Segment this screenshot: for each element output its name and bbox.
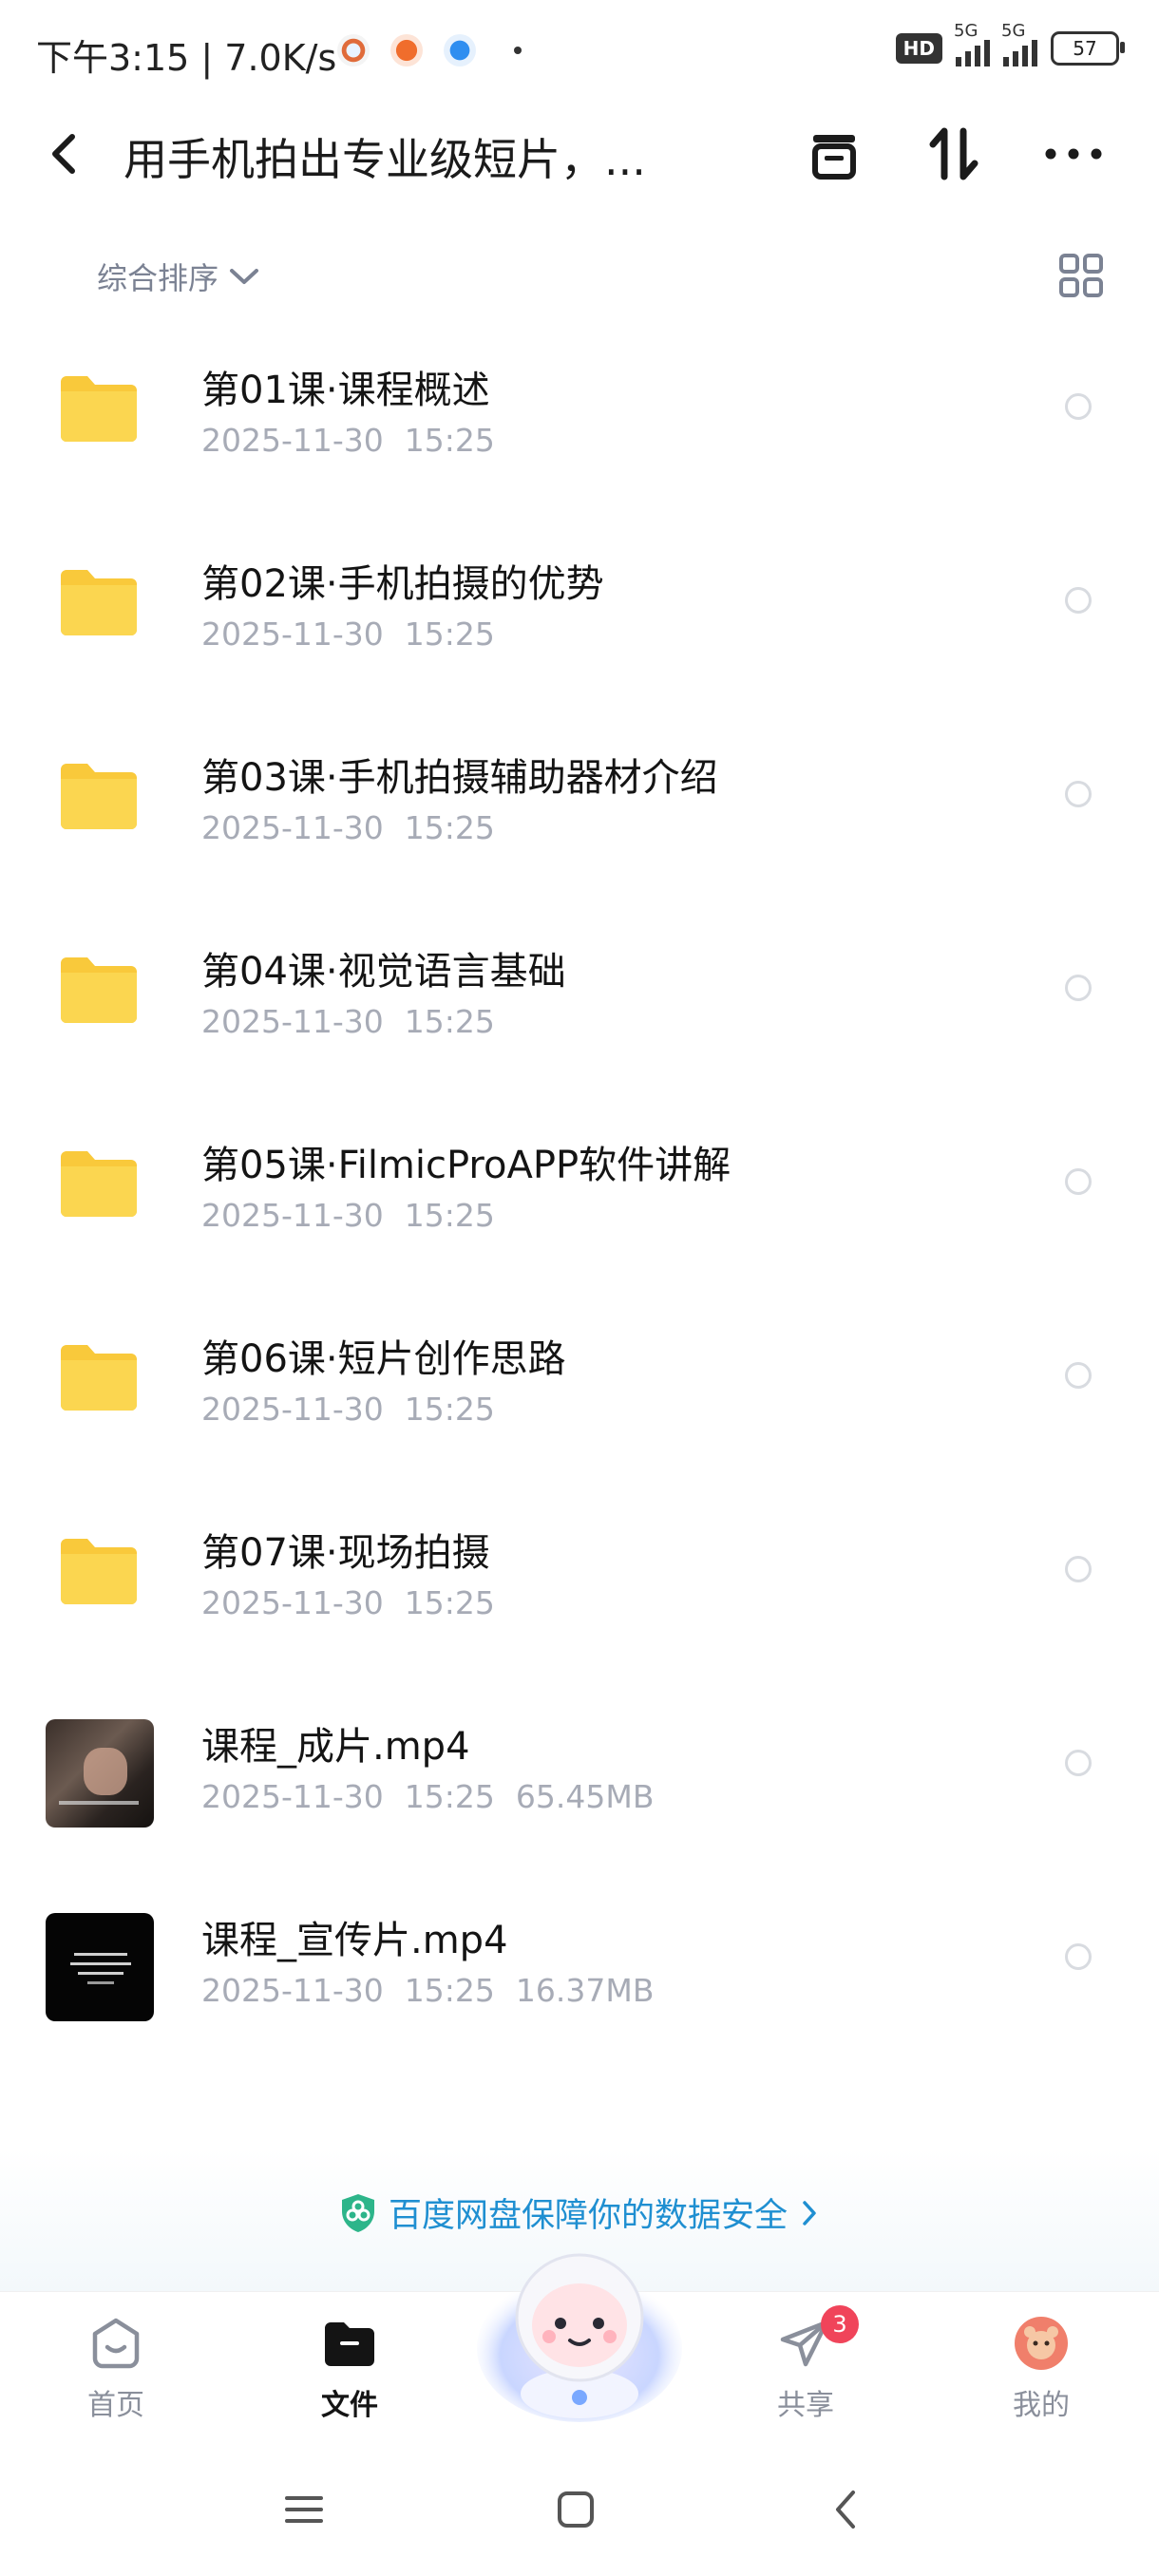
signal-icon: 5G [954,21,990,66]
status-time: 下午3:15 | 7.0K/s [36,37,337,79]
file-meta: 2025-11-30 15:25 65.45MB [201,1778,655,1815]
home-icon [92,2318,140,2369]
more-button[interactable] [1037,118,1110,190]
tab-home[interactable]: 首页 [30,2292,201,2444]
battery-icon: 57 [1051,31,1125,66]
app-notification-icon [390,34,423,66]
signal-icon: 5G [1001,21,1037,66]
file-row[interactable]: 第01课·课程概述 2025-11-30 15:25 [0,342,1159,536]
sort-arrows-icon [929,127,978,180]
folder-icon [61,1151,137,1217]
file-name: 第04课·视觉语言基础 [201,950,566,994]
ai-assistant-button[interactable] [475,2234,684,2424]
sort-label: 综合排序 [97,260,219,296]
hd-indicator: HD [895,33,942,64]
select-radio[interactable] [1065,781,1092,807]
file-meta: 2025-11-30 15:25 [201,1584,495,1621]
select-radio[interactable] [1065,1168,1092,1195]
file-name: 第03课·手机拍摄辅助器材介绍 [201,756,718,800]
more-dot-icon [514,47,522,54]
folder-icon [61,570,137,635]
file-name: 第01课·课程概述 [201,369,490,412]
shield-icon [341,2193,374,2232]
file-name: 第05课·FilmicProAPP软件讲解 [201,1144,732,1187]
file-name: 课程_宣传片.mp4 [201,1919,508,1962]
file-row[interactable]: 课程_成片.mp4 2025-11-30 15:25 65.45MB [0,1698,1159,1892]
grid-view-button[interactable] [1058,253,1104,298]
select-radio[interactable] [1065,393,1092,420]
file-name: 第06课·短片创作思路 [201,1337,566,1381]
select-radio[interactable] [1065,1943,1092,1970]
home-square-icon[interactable] [547,2481,604,2538]
file-row[interactable]: 第02课·手机拍摄的优势 2025-11-30 15:25 [0,536,1159,729]
select-radio[interactable] [1065,1362,1092,1389]
select-radio[interactable] [1065,587,1092,614]
file-meta: 2025-11-30 15:25 [201,1391,495,1428]
status-bar: 下午3:15 | 7.0K/s HD 5G 5G 57 [0,0,1159,104]
file-row[interactable]: 第06课·短片创作思路 2025-11-30 15:25 [0,1311,1159,1505]
file-row[interactable]: 课程_宣传片.mp4 2025-11-30 15:25 16.37MB [0,1892,1159,2086]
banner-text: 百度网盘保障你的数据安全 [388,2197,788,2235]
select-radio[interactable] [1065,1750,1092,1776]
file-meta: 2025-11-30 15:25 [201,809,495,846]
file-name: 第07课·现场拍摄 [201,1531,490,1575]
file-row[interactable]: 第03课·手机拍摄辅助器材介绍 2025-11-30 15:25 [0,729,1159,923]
system-nav-bar [0,2443,1159,2576]
share-badge: 3 [821,2305,859,2343]
select-radio[interactable] [1065,1556,1092,1582]
file-row[interactable]: 第05课·FilmicProAPP软件讲解 2025-11-30 15:25 [0,1117,1159,1311]
folder-icon [61,1539,137,1604]
avatar [1015,2317,1068,2370]
file-row[interactable]: 第07课·现场拍摄 2025-11-30 15:25 [0,1505,1159,1698]
folder-icon [61,764,137,829]
sort-bar: 综合排序 [0,237,1159,313]
file-name: 第02课·手机拍摄的优势 [201,562,604,606]
archive-button[interactable] [798,118,870,190]
menu-icon[interactable] [276,2481,332,2538]
sort-button[interactable] [918,118,990,190]
sort-dropdown[interactable]: 综合排序 [97,255,260,298]
header: 用手机拍出专业级短片，... [0,104,1159,204]
tab-mine[interactable]: 我的 [956,2292,1127,2444]
file-meta: 2025-11-30 15:25 [201,422,495,459]
folder-icon [61,1345,137,1411]
select-radio[interactable] [1065,975,1092,1001]
archive-icon [812,135,856,180]
grid-icon [1059,254,1103,297]
app-notification-icon [444,34,476,66]
back-icon[interactable] [819,2481,876,2538]
app-notification-icon [337,34,370,66]
tab-share[interactable]: 3 共享 [720,2292,891,2444]
back-button[interactable] [42,125,89,182]
tab-files[interactable]: 文件 [264,2292,435,2444]
file-name: 课程_成片.mp4 [201,1725,470,1769]
status-app-icons [337,34,522,66]
video-thumbnail [46,1719,154,1828]
more-dots-icon [1045,148,1102,160]
file-meta: 2025-11-30 15:25 [201,1197,495,1234]
file-meta: 2025-11-30 15:25 [201,616,495,653]
folder-icon [325,2322,374,2366]
chevron-down-icon [230,269,259,284]
folder-icon [61,957,137,1023]
chevron-left-icon [52,134,75,174]
video-thumbnail [46,1913,154,2021]
file-meta: 2025-11-30 15:25 [201,1003,495,1040]
file-row[interactable]: 第04课·视觉语言基础 2025-11-30 15:25 [0,923,1159,1117]
file-meta: 2025-11-30 15:25 16.37MB [201,1972,655,2009]
page-title: 用手机拍出专业级短片，... [124,134,646,185]
chevron-right-icon [803,2200,816,2226]
folder-icon [61,376,137,442]
